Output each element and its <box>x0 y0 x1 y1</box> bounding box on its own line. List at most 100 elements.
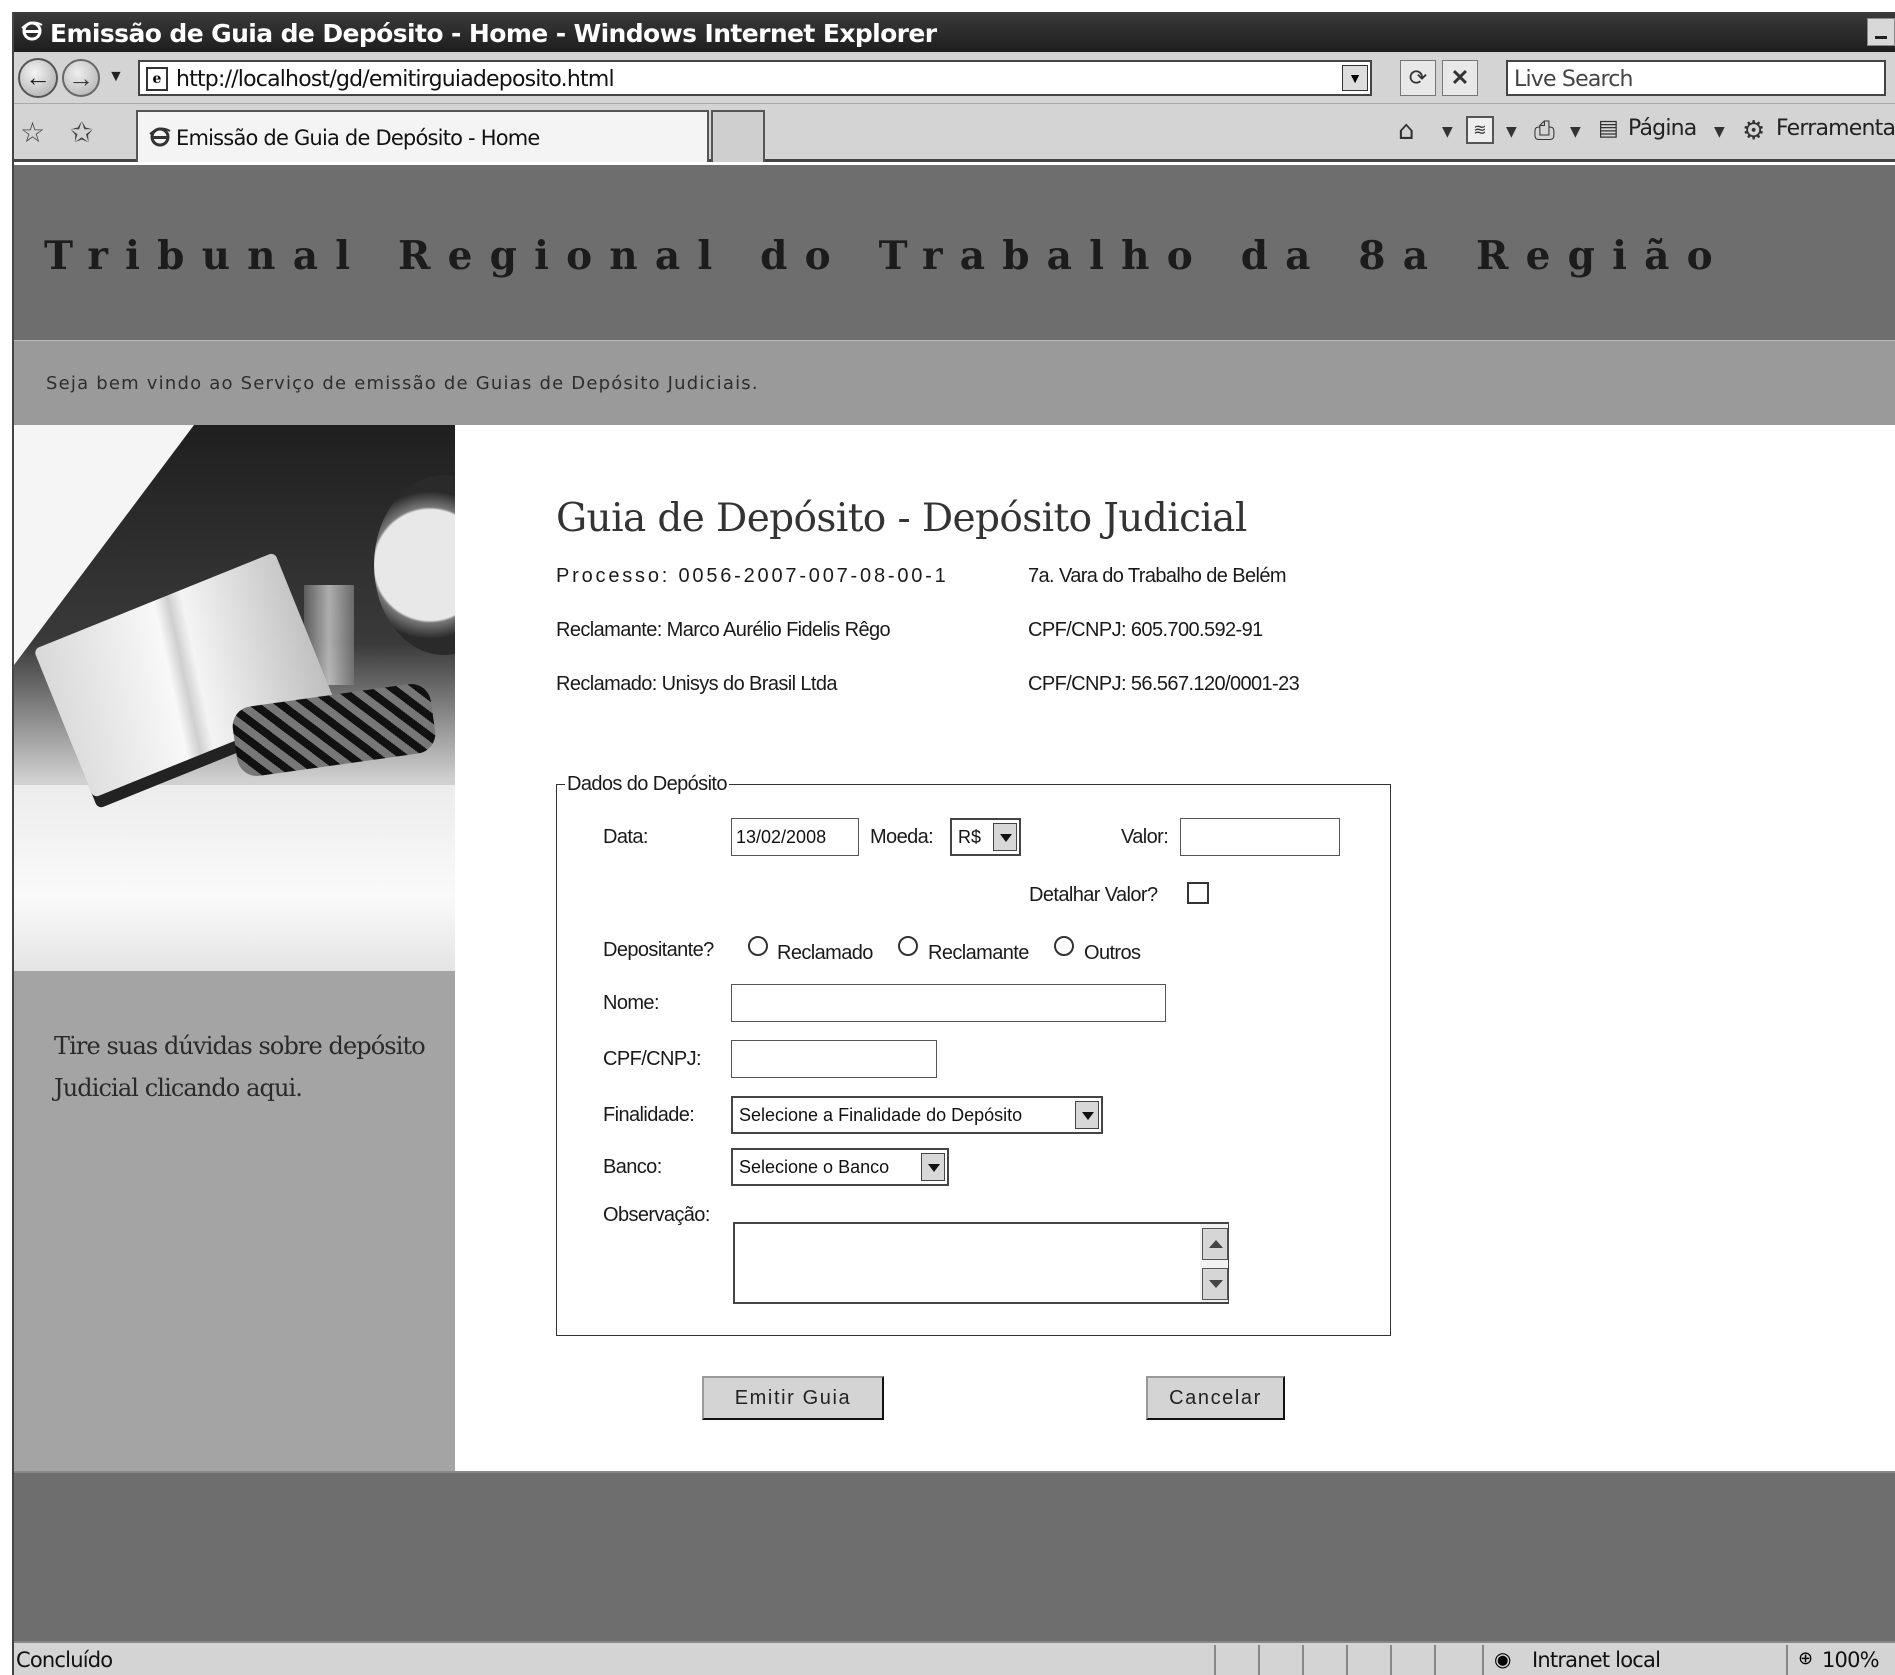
home-icon[interactable]: ⌂ <box>1398 116 1415 146</box>
site-title: Tribunal Regional do Trabalho da 8a Regi… <box>44 233 1730 279</box>
url-text[interactable]: http://localhost/gd/emitirguiadeposito.h… <box>176 67 615 92</box>
page-dropdown-icon[interactable]: ▼ <box>1714 124 1725 140</box>
site-footer <box>14 1471 1895 1641</box>
tab-bar: ☆ ✩ Emissão de Guia de Depósito - Home ⌂… <box>14 104 1895 162</box>
chevron-down-icon <box>921 1153 945 1181</box>
chevron-down-icon <box>993 823 1017 851</box>
cancelar-button[interactable]: Cancelar <box>1146 1376 1285 1420</box>
search-placeholder: Live Search <box>1514 67 1634 92</box>
detalhar-checkbox[interactable] <box>1187 882 1209 904</box>
radio-reclamante[interactable] <box>898 936 918 956</box>
left-sidebar: Tire suas dúvidas sobre depósito Judicia… <box>14 425 455 1471</box>
moeda-label: Moeda: <box>870 826 934 848</box>
feed-dropdown-icon[interactable]: ▼ <box>1506 124 1517 140</box>
url-dropdown-button[interactable]: ▼ <box>1342 65 1368 91</box>
security-zone[interactable]: Intranet local <box>1532 1648 1661 1672</box>
scroll-down-icon[interactable] <box>1202 1268 1228 1300</box>
status-pane <box>1482 1645 1484 1675</box>
vara-name: 7a. Vara do Trabalho de Belém <box>1028 565 1287 587</box>
cpf-label: CPF/CNPJ: <box>603 1048 702 1070</box>
main-content: Guia de Depósito - Depósito Judicial Pro… <box>455 425 1895 1471</box>
status-bar: Concluído ◉ Intranet local ⊕ 100% <box>14 1641 1895 1675</box>
detalhar-label: Detalhar Valor? <box>1029 884 1158 906</box>
address-bar: ← → ▼ e http://localhost/gd/emitirguiade… <box>14 52 1895 104</box>
status-pane <box>1434 1645 1436 1675</box>
finalidade-value: Selecione a Finalidade do Depósito <box>739 1105 1023 1125</box>
radio-reclamante-label: Reclamante <box>928 942 1029 964</box>
finalidade-label: Finalidade: <box>603 1104 695 1126</box>
minimize-button[interactable] <box>1867 18 1895 46</box>
status-pane <box>1346 1645 1348 1675</box>
help-link[interactable]: Tire suas dúvidas sobre depósito Judicia… <box>54 1025 434 1109</box>
emitir-guia-button[interactable]: Emitir Guia <box>702 1376 884 1420</box>
cpf-input[interactable] <box>731 1040 937 1078</box>
print-dropdown-icon[interactable]: ▼ <box>1570 124 1581 140</box>
textarea-scrollbar[interactable] <box>1200 1224 1228 1302</box>
refresh-button[interactable]: ⟳ <box>1400 60 1436 96</box>
status-pane <box>1214 1645 1216 1675</box>
page-menu-icon: ▤ <box>1598 116 1619 141</box>
tab-current[interactable]: Emissão de Guia de Depósito - Home <box>136 110 709 162</box>
status-pane <box>1258 1645 1260 1675</box>
chevron-down-icon <box>1075 1101 1099 1129</box>
add-favorites-icon[interactable]: ✩ <box>70 116 93 149</box>
status-pane <box>1302 1645 1304 1675</box>
reclamado-cnpj: CPF/CNPJ: 56.567.120/0001-23 <box>1028 673 1300 695</box>
status-pane <box>1786 1645 1788 1675</box>
tab-label: Emissão de Guia de Depósito - Home <box>176 126 540 150</box>
reclamante-name: Reclamante: Marco Aurélio Fidelis Rêgo <box>556 619 891 641</box>
stop-icon: ✕ <box>1450 65 1470 90</box>
banco-select[interactable]: Selecione o Banco <box>731 1148 949 1186</box>
home-dropdown-icon[interactable]: ▼ <box>1442 124 1453 140</box>
status-pane <box>1390 1645 1392 1675</box>
data-label: Data: <box>603 826 648 848</box>
forward-button[interactable]: → <box>62 59 100 97</box>
radio-reclamado[interactable] <box>748 936 768 956</box>
fieldset-legend: Dados do Depósito <box>567 773 728 795</box>
history-dropdown-icon[interactable]: ▼ <box>108 68 124 86</box>
ie-logo-icon <box>149 127 171 147</box>
gear-icon: ⚙ <box>1742 116 1766 146</box>
search-input[interactable]: Live Search <box>1506 60 1886 96</box>
observacao-textarea[interactable] <box>733 1222 1229 1304</box>
zoom-level[interactable]: 100% <box>1822 1648 1880 1672</box>
page-icon: e <box>146 67 168 91</box>
observacao-label: Observação: <box>603 1204 710 1226</box>
moeda-value: R$ <box>958 827 982 847</box>
intranet-icon: ◉ <box>1494 1649 1512 1671</box>
depositante-label: Depositante? <box>603 939 714 961</box>
forward-arrow-icon: → <box>68 63 94 93</box>
welcome-text: Seja bem vindo ao Serviço de emissão de … <box>46 373 759 394</box>
data-input[interactable]: 13/02/2008 <box>731 818 859 856</box>
banco-label: Banco: <box>603 1156 662 1178</box>
radio-reclamado-label: Reclamado <box>777 942 873 964</box>
scroll-up-icon[interactable] <box>1202 1228 1228 1260</box>
status-text: Concluído <box>16 1648 113 1672</box>
tools-menu[interactable]: Ferramentas <box>1776 116 1895 141</box>
deposit-fieldset: Dados do Depósito Data: 13/02/2008 Moeda… <box>556 773 1391 1336</box>
reclamado-name: Reclamado: Unisys do Brasil Ltda <box>556 673 838 695</box>
back-arrow-icon: ← <box>25 62 51 92</box>
page-title: Guia de Depósito - Depósito Judicial <box>556 496 1247 541</box>
nome-input[interactable] <box>731 984 1166 1022</box>
welcome-bar: Seja bem vindo ao Serviço de emissão de … <box>14 340 1895 425</box>
page-menu[interactable]: Página <box>1628 116 1697 141</box>
radio-outros-label: Outros <box>1084 942 1141 964</box>
new-tab-button[interactable] <box>711 110 765 162</box>
ie-logo-icon <box>21 21 43 41</box>
valor-input[interactable] <box>1180 818 1340 856</box>
feed-icon[interactable]: ≋ <box>1466 116 1494 144</box>
finalidade-select[interactable]: Selecione a Finalidade do Depósito <box>731 1096 1103 1134</box>
stop-button[interactable]: ✕ <box>1442 60 1478 96</box>
site-header: Tribunal Regional do Trabalho da 8a Regi… <box>14 165 1895 340</box>
print-icon[interactable]: ⎙ <box>1534 116 1555 147</box>
back-button[interactable]: ← <box>18 58 58 98</box>
banco-value: Selecione o Banco <box>739 1157 890 1177</box>
moeda-select[interactable]: R$ <box>950 818 1021 856</box>
favorites-star-icon[interactable]: ☆ <box>20 116 45 149</box>
zoom-icon: ⊕ <box>1798 1648 1814 1668</box>
url-field[interactable]: e http://localhost/gd/emitirguiadeposito… <box>138 60 1372 96</box>
clock-image <box>374 475 455 655</box>
processo-number: Processo: 0056-2007-007-08-00-1 <box>556 565 949 587</box>
radio-outros[interactable] <box>1054 936 1074 956</box>
